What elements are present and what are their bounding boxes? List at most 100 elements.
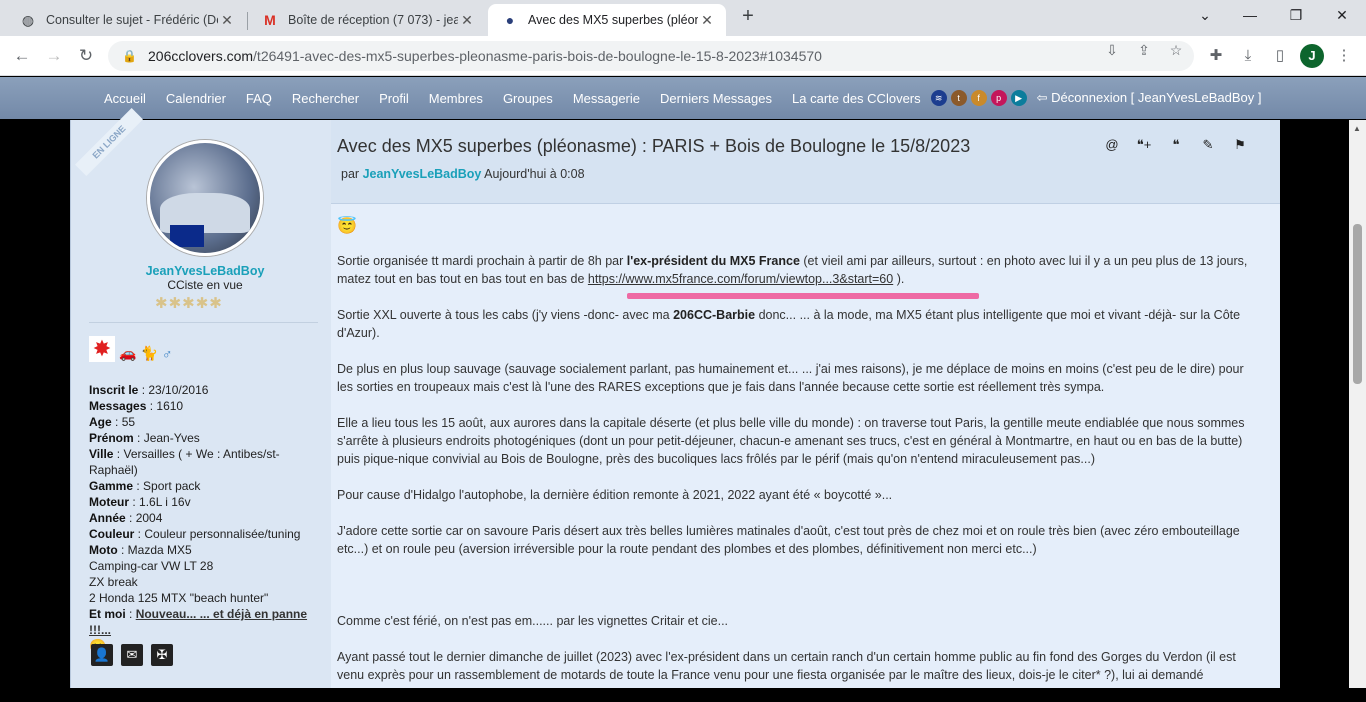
globe-icon: ◍ xyxy=(21,11,35,28)
rank-stars-icon: ✱✱✱✱✱ xyxy=(155,295,223,312)
field-row: Moteur : 1.6L i 16v xyxy=(89,495,191,509)
browser-tab-active[interactable]: ● Avec des MX5 superbes (pléonas ✕ xyxy=(488,4,726,36)
nav-groupes[interactable]: Groupes xyxy=(503,91,553,106)
minimize-button[interactable]: — xyxy=(1238,4,1262,26)
share-icon[interactable]: ⇪ xyxy=(1134,42,1154,60)
field-row: Couleur : Couleur personnalisée/tuning xyxy=(89,527,301,541)
post-content: Avec des MX5 superbes (pléonasme) : PARI… xyxy=(331,120,1280,688)
browser-tab-bar: ◍ Consulter le sujet - Frédéric (Dev ✕ M… xyxy=(0,0,1366,36)
close-icon[interactable]: ✕ xyxy=(218,12,236,29)
mention-icon[interactable]: @ xyxy=(1103,136,1121,154)
mx5france-link[interactable]: https://www.mx5france.com/forum/viewtop.… xyxy=(588,272,893,286)
url-path: /t26491-avec-des-mx5-superbes-pleonasme-… xyxy=(253,48,822,64)
tab-label: Avec des MX5 superbes (pléonas xyxy=(528,13,698,27)
gmail-icon: M xyxy=(264,12,276,28)
paragraph: Pour cause d'Hidalgo l'autophobe, la der… xyxy=(337,488,893,502)
field-row: Année : 2004 xyxy=(89,511,163,525)
logout-label: Déconnexion [ JeanYvesLeBadBoy ] xyxy=(1051,90,1262,105)
quote-icon[interactable]: ❝ xyxy=(1167,136,1185,154)
post-author[interactable]: JeanYvesLeBadBoy xyxy=(363,167,482,181)
reload-icon[interactable]: ↻ xyxy=(74,44,98,68)
social-links: ≋ t f p ▶ xyxy=(930,90,1031,106)
field-row: Moto : Mazda MX5 xyxy=(89,543,192,557)
profile-fields: Inscrit le : 23/10/2016 Messages : 1610 … xyxy=(89,382,321,654)
page-scrollbar[interactable]: ▲ xyxy=(1349,120,1366,688)
browser-tab[interactable]: M Boîte de réception (7 073) - jeany ✕ xyxy=(248,4,486,36)
close-icon[interactable]: ✕ xyxy=(458,12,476,29)
profile-avatar[interactable]: J xyxy=(1300,44,1324,68)
cat-badge-icon: 🐈 xyxy=(140,345,158,361)
browser-tab[interactable]: ◍ Consulter le sujet - Frédéric (Dev ✕ xyxy=(6,4,246,36)
forward-arrow-icon[interactable]: → xyxy=(42,44,66,68)
field-row: Inscrit le : 23/10/2016 xyxy=(89,383,209,397)
wifi-icon[interactable]: ≋ xyxy=(930,90,947,106)
nav-deconnexion[interactable]: ⇦ Déconnexion [ JeanYvesLeBadBoy ] xyxy=(1037,90,1262,106)
field-row: Ville : Versailles ( + We : Antibes/st-R… xyxy=(89,447,280,477)
facebook-icon[interactable]: f xyxy=(970,90,987,106)
back-arrow-icon[interactable]: ← xyxy=(10,44,34,68)
field-extra: 2 Honda 125 MTX "beach hunter" xyxy=(89,591,269,605)
profile-buttons: 👤 ✉ ✠ xyxy=(91,644,173,666)
post-byline: par JeanYvesLeBadBoy Aujourd'hui à 0:08 xyxy=(341,167,585,181)
paragraph: Sortie XXL ouverte à tous les cabs (j'y … xyxy=(337,308,1241,340)
profile-rank: CCiste en vue xyxy=(167,278,243,292)
close-icon[interactable]: ✕ xyxy=(698,12,716,29)
kebab-menu-icon[interactable]: ⋮ xyxy=(1332,44,1356,68)
post-date: Aujourd'hui à 0:08 xyxy=(484,167,585,181)
side-panel-icon[interactable]: ▯ xyxy=(1268,44,1292,68)
twitter-icon[interactable]: t xyxy=(950,90,967,106)
profile-username[interactable]: JeanYvesLeBadBoy xyxy=(71,264,339,278)
forum-post: EN LIGNE JeanYvesLeBadBoy CCiste en vue … xyxy=(70,108,1280,688)
field-row: Messages : 1610 xyxy=(89,399,184,413)
car-badge-icon: 🚗 xyxy=(119,345,137,361)
nav-derniers-messages[interactable]: Derniers Messages xyxy=(660,91,772,106)
edit-pencil-icon[interactable]: ✎ xyxy=(1199,136,1217,154)
pinterest-icon[interactable]: p xyxy=(990,90,1007,106)
window-close-button[interactable]: ✕ xyxy=(1330,4,1354,26)
profile-user-icon[interactable]: 👤 xyxy=(91,644,113,666)
nav-calendrier[interactable]: Calendrier xyxy=(166,91,226,106)
nav-membres[interactable]: Membres xyxy=(429,91,483,106)
download-icon[interactable]: ⤓ xyxy=(1236,44,1260,68)
post-actions: @ ❝+ ❝ ✎ ⚑ xyxy=(1103,136,1249,154)
multiquote-icon[interactable]: ❝+ xyxy=(1135,136,1153,154)
extensions-icon[interactable]: ✚ xyxy=(1204,44,1228,68)
nav-carte[interactable]: La carte des CClovers xyxy=(792,91,921,106)
new-tab-button[interactable]: + xyxy=(738,6,758,26)
field-extra: Camping-car VW LT 28 xyxy=(89,559,214,573)
car-favicon-icon: ● xyxy=(505,12,515,28)
paragraph: Sortie organisée tt mardi prochain à par… xyxy=(337,254,1248,286)
nav-accueil[interactable]: Accueil xyxy=(104,91,146,106)
tools-icon[interactable]: ✠ xyxy=(151,644,173,666)
tab-search-icon[interactable]: ⌄ xyxy=(1193,4,1217,26)
scrollbar-thumb[interactable] xyxy=(1353,224,1362,384)
scroll-up-arrow-icon[interactable]: ▲ xyxy=(1353,124,1361,133)
post-header: Avec des MX5 superbes (pléonasme) : PARI… xyxy=(331,120,1280,204)
report-flag-icon[interactable]: ⚑ xyxy=(1231,136,1249,154)
lock-icon: 🔒 xyxy=(122,49,137,63)
site-navigation: Accueil Calendrier FAQ Rechercher Profil… xyxy=(0,77,1366,119)
post-profile: EN LIGNE JeanYvesLeBadBoy CCiste en vue … xyxy=(71,108,331,688)
avatar[interactable] xyxy=(147,140,263,256)
field-row: Prénom : Jean-Yves xyxy=(89,431,200,445)
post-title[interactable]: Avec des MX5 superbes (pléonasme) : PARI… xyxy=(337,136,970,157)
address-bar[interactable]: 🔒 206cclovers.com/t26491-avec-des-mx5-su… xyxy=(108,41,1194,71)
field-row: Age : 55 xyxy=(89,415,136,429)
nav-profil[interactable]: Profil xyxy=(379,91,409,106)
url-host: 206cclovers.com xyxy=(148,48,254,64)
divider xyxy=(89,322,318,323)
nav-messagerie[interactable]: Messagerie xyxy=(573,91,640,106)
nav-faq[interactable]: FAQ xyxy=(246,91,272,106)
paragraph: De plus en plus loup sauvage (sauvage so… xyxy=(337,362,1244,394)
star-bookmark-icon[interactable]: ☆ xyxy=(1166,42,1186,60)
maximize-button[interactable]: ❐ xyxy=(1284,4,1308,26)
youtube-icon[interactable]: ▶ xyxy=(1010,90,1027,106)
message-envelope-icon[interactable]: ✉ xyxy=(121,644,143,666)
avatar-plate-image xyxy=(170,225,204,247)
browser-toolbar: ← → ↻ 🔒 206cclovers.com/t26491-avec-des-… xyxy=(0,36,1366,76)
nav-rechercher[interactable]: Rechercher xyxy=(292,91,359,106)
sunburst-badge-icon: ✸ xyxy=(89,336,115,362)
male-icon: ♂ xyxy=(161,346,173,362)
logout-icon: ⇦ xyxy=(1036,90,1052,105)
install-app-icon[interactable]: ⇩ xyxy=(1102,42,1122,60)
